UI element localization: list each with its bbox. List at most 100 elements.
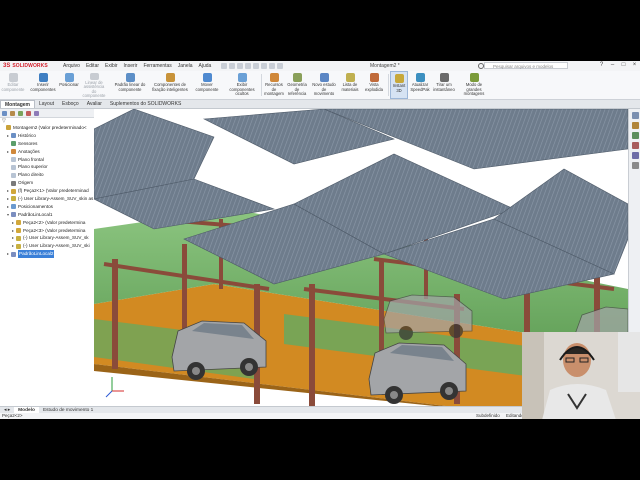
- search-input[interactable]: Pesquisar arquivos e modelos: [484, 62, 568, 69]
- pattern-icon: [125, 73, 135, 82]
- tree-item[interactable]: ▸ (f) Peça2<1> (Valor predeterminad: [0, 187, 94, 195]
- subassembly-icon: [11, 196, 16, 202]
- ribbon-button[interactable]: Tirar um instantâneo: [432, 71, 456, 99]
- tab-3[interactable]: Avaliar: [83, 100, 106, 108]
- letterbox-bottom: [0, 419, 640, 480]
- tree-item[interactable]: Plano frontal: [0, 156, 94, 164]
- tree-item[interactable]: ▸ Peça2<2> (Valor predetermina: [0, 219, 94, 227]
- ribbon-button[interactable]: Editar componente: [0, 71, 26, 99]
- ribbon-button[interactable]: Recursos de montagem: [263, 71, 285, 99]
- tree-item[interactable]: ▸ PadrãoLinLocal2: [0, 250, 94, 259]
- ribbon-button[interactable]: Padrão linear do componente: [110, 71, 150, 99]
- ribbon-button[interactable]: Modo de grandes montagens: [456, 71, 492, 99]
- document-title: Montagem2 *: [370, 63, 400, 69]
- tree-item[interactable]: ▸ (-) User Library-Assem_SUV_ski: [0, 242, 94, 250]
- menu-item[interactable]: Ferramentas: [143, 63, 171, 69]
- ribbon-button[interactable]: Mover componente: [190, 71, 224, 99]
- print-icon[interactable]: [245, 63, 252, 69]
- new-file-icon[interactable]: [221, 63, 228, 69]
- ribbon-button-label: Vista explodida: [365, 82, 383, 92]
- ribbon-button-label: Geometria de referência: [287, 82, 307, 97]
- tree-item[interactable]: Montagem2 (Valor predeterminado<: [0, 124, 94, 132]
- ribbon-button-label: Posicionar: [59, 82, 79, 87]
- tree-item[interactable]: ▸ (-) User Library-Assem_SUV_skin as: [0, 195, 94, 203]
- tree-item[interactable]: Plano direito: [0, 171, 94, 179]
- ribbon-button-label: Exibir componentes ocultos: [229, 82, 255, 97]
- ribbon-button[interactable]: Linear de assistência do componente: [78, 71, 110, 99]
- tree-item[interactable]: Origem: [0, 179, 94, 187]
- ribbon-button[interactable]: Exibir componentes ocultos: [224, 71, 260, 99]
- configuration-tab-icon[interactable]: [18, 110, 23, 116]
- solidworks-logo[interactable]: 3S SOLIDWORKS: [0, 63, 57, 69]
- menu-item[interactable]: Inserir: [124, 63, 138, 69]
- resources-icon[interactable]: [631, 112, 639, 119]
- help-icon[interactable]: ?: [598, 62, 605, 68]
- ribbon-separator: [261, 74, 262, 96]
- ribbon-button[interactable]: Componentes de fixação inteligentes: [150, 71, 190, 99]
- minimize-button[interactable]: –: [609, 62, 616, 68]
- history-icon: [11, 133, 16, 139]
- menu-item[interactable]: Editar: [86, 63, 99, 69]
- tree-item[interactable]: ▸ Anotações: [0, 148, 94, 156]
- motion-study-icon: [319, 73, 329, 82]
- tree-item-label: Anotações: [18, 148, 40, 154]
- tree-item[interactable]: ▸ Histórico: [0, 132, 94, 140]
- instant3d-icon: [394, 74, 404, 83]
- close-button[interactable]: ×: [631, 62, 638, 68]
- custom-properties-icon[interactable]: [631, 162, 639, 169]
- feature-tree-tab-icon[interactable]: [2, 110, 7, 116]
- ribbon-button[interactable]: Inserir componentes: [26, 71, 60, 99]
- snapshot-icon: [439, 73, 449, 82]
- tab-2[interactable]: Esboço: [58, 100, 83, 108]
- ribbon-button-label: Modo de grandes montagens: [463, 82, 485, 97]
- undo-icon[interactable]: [253, 63, 260, 69]
- webcam-overlay: [522, 332, 640, 420]
- ribbon-button[interactable]: Geometria de referência: [285, 71, 309, 99]
- ribbon-button[interactable]: Atualizar SpeedPak: [408, 71, 432, 99]
- maximize-button[interactable]: □: [620, 62, 627, 68]
- display-manager-tab-icon[interactable]: [34, 110, 39, 116]
- feature-manager-tabs: [0, 109, 94, 118]
- dimxpert-tab-icon[interactable]: [26, 110, 31, 116]
- menu-item[interactable]: Exibir: [105, 63, 118, 69]
- menu-item[interactable]: Janela: [178, 63, 193, 69]
- options-icon[interactable]: [277, 63, 284, 69]
- assembly-icon: [6, 125, 11, 131]
- appearances-icon[interactable]: [631, 152, 639, 159]
- ribbon-button[interactable]: Posicionar: [59, 71, 79, 99]
- tree-item[interactable]: ▾ PadrãoLinLocal1: [0, 211, 94, 219]
- tree-item[interactable]: Plano superior: [0, 163, 94, 171]
- ribbon-button[interactable]: Vista explodida: [361, 71, 387, 99]
- tree-item[interactable]: ▸ (-) User Library-Assem_SUV_sk: [0, 234, 94, 242]
- tab-4[interactable]: Suplementos do SOLIDWORKS: [106, 100, 185, 108]
- tab-0[interactable]: Montagem: [0, 100, 35, 108]
- tree-item[interactable]: Sensores: [0, 140, 94, 148]
- tree-item[interactable]: ▸ Posicionamentos: [0, 203, 94, 211]
- menu-item[interactable]: Arquivo: [63, 63, 80, 69]
- open-file-icon[interactable]: [229, 63, 236, 69]
- ribbon-button[interactable]: Novo estudo de movimento: [309, 71, 339, 99]
- tree-item-label: PadrãoLinLocal1: [18, 211, 53, 217]
- tab-1[interactable]: Layout: [35, 100, 58, 108]
- view-palette-icon[interactable]: [631, 142, 639, 149]
- select-icon[interactable]: [261, 63, 268, 69]
- tree-item[interactable]: ▸ Peça2<3> (Valor predetermina: [0, 227, 94, 235]
- subassembly-icon: [16, 235, 21, 241]
- ribbon-button[interactable]: Lista de materiais: [339, 71, 361, 99]
- tree-item-label: (-) User Library-Assem_SUV_sk: [23, 235, 89, 241]
- ds-logo-icon: 3S: [3, 63, 11, 69]
- menu-bar: Arquivo Editar Exibir Inserir Ferramentas Jan…: [63, 63, 211, 69]
- ribbon-button[interactable]: Instant 3D: [390, 71, 408, 99]
- design-library-icon[interactable]: [631, 122, 639, 129]
- part-icon: [11, 188, 16, 194]
- annotation-icon: [11, 149, 16, 155]
- letterbox-top: [0, 0, 640, 61]
- ribbon-button-label: Editar componente: [1, 82, 25, 92]
- tree-item-label: Histórico: [18, 132, 36, 138]
- exploded-view-icon: [369, 73, 379, 82]
- menu-item[interactable]: Ajuda: [199, 63, 212, 69]
- rebuild-icon[interactable]: [269, 63, 276, 69]
- file-explorer-icon[interactable]: [631, 132, 639, 139]
- property-manager-tab-icon[interactable]: [10, 110, 15, 116]
- save-icon[interactable]: [237, 63, 244, 69]
